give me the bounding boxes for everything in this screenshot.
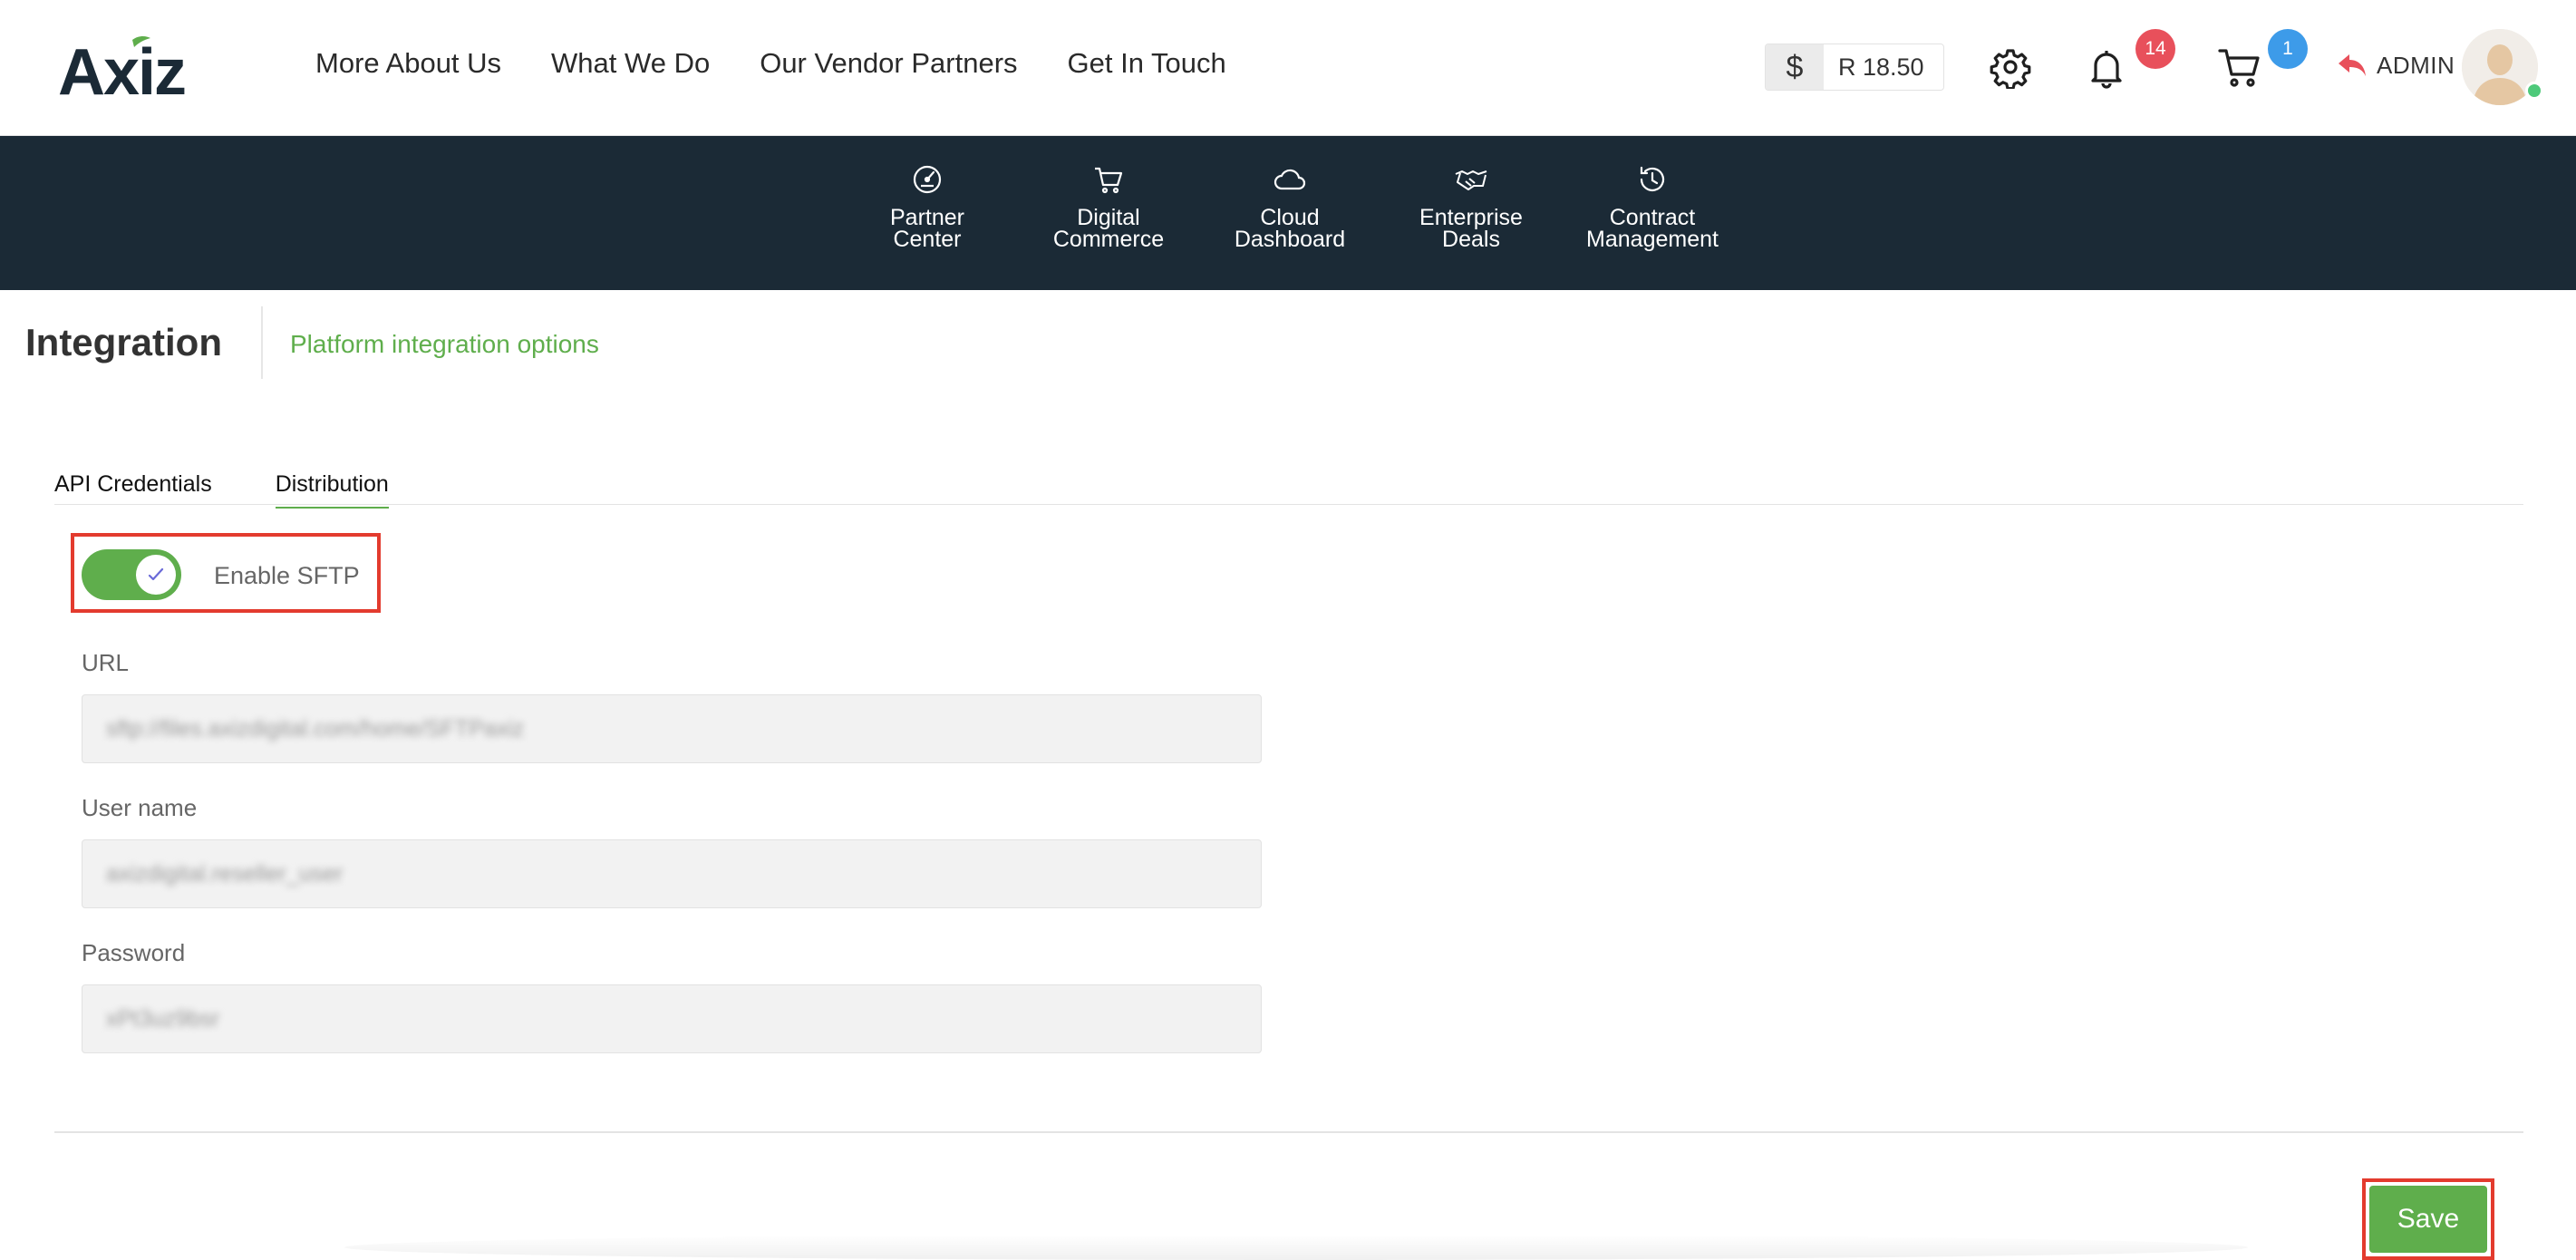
cart-icon <box>1095 167 1123 194</box>
page-subtitle: Platform integration options <box>290 330 599 358</box>
bell-icon[interactable] <box>2085 45 2128 89</box>
nav-get-in-touch[interactable]: Get In Touch <box>1068 47 1226 80</box>
dollar-icon: $ <box>1766 44 1824 90</box>
username-label: User name <box>82 794 198 821</box>
history-icon <box>1640 166 1665 191</box>
password-field-wrapper <box>82 984 1262 1053</box>
tab-distribution[interactable]: Distribution <box>275 471 389 509</box>
password-label: Password <box>82 939 186 966</box>
subnav-enterprise-deals[interactable]: Enterprise Deals <box>1394 161 1548 252</box>
subnav-label-line2: Commerce <box>1052 227 1165 252</box>
subnav-contract-management[interactable]: Contract Management <box>1575 161 1729 252</box>
subnav-digital-commerce[interactable]: Digital Commerce <box>1031 161 1186 252</box>
subnav-label-line1: Contract <box>1609 205 1696 230</box>
tab-api-credentials[interactable]: API Credentials <box>54 471 212 509</box>
subnav-label-line2: Center <box>893 227 962 252</box>
title-divider <box>261 306 263 379</box>
sftp-toggle-label: Enable SFTP <box>214 562 360 589</box>
subnav-label-line2: Management <box>1586 227 1719 252</box>
sftp-toggle-highlight: Enable SFTP <box>71 533 381 613</box>
cart-icon[interactable] <box>2217 45 2261 89</box>
tab-divider <box>54 504 2523 505</box>
password-input[interactable] <box>106 1005 1261 1032</box>
balance-display[interactable]: $ R 18.50 <box>1765 44 1944 91</box>
nav-vendor-partners[interactable]: Our Vendor Partners <box>760 47 1017 80</box>
axiz-logo[interactable]: Axiz <box>56 33 210 109</box>
speedometer-icon <box>913 165 942 194</box>
page-title: Integration <box>25 321 222 363</box>
sub-nav: Partner Center Digital Commerce Cloud Da… <box>0 136 2576 290</box>
username-input[interactable] <box>106 860 1261 887</box>
toggle-knob <box>136 555 176 595</box>
admin-label: ADMIN <box>2377 51 2455 79</box>
subnav-cloud-dashboard[interactable]: Cloud Dashboard <box>1213 161 1367 252</box>
subnav-label-line1: Cloud <box>1260 205 1320 230</box>
top-header: Axiz More About Us What We Do Our Vendor… <box>0 0 2576 136</box>
check-icon <box>148 567 164 581</box>
online-status-dot <box>2525 82 2543 100</box>
sftp-toggle[interactable] <box>82 549 181 600</box>
tab-bar: API Credentials Distribution <box>54 471 452 509</box>
save-button-highlight: Save <box>2362 1178 2494 1260</box>
subnav-label-line1: Digital <box>1077 205 1140 230</box>
gear-icon[interactable] <box>1989 45 2032 91</box>
subnav-label-line2: Dashboard <box>1234 227 1346 252</box>
cart-badge: 1 <box>2268 29 2308 69</box>
username-field-wrapper <box>82 839 1262 908</box>
subnav-partner-center[interactable]: Partner Center <box>850 161 1004 252</box>
form-divider <box>54 1131 2523 1133</box>
admin-menu[interactable]: ADMIN <box>2335 47 2455 83</box>
save-button[interactable]: Save <box>2369 1186 2487 1253</box>
nav-what-we-do[interactable]: What We Do <box>551 47 710 80</box>
logo-text: Axiz <box>58 36 185 105</box>
subnav-label-line2: Deals <box>1442 227 1500 252</box>
handshake-icon <box>1455 170 1487 190</box>
nav-more-about-us[interactable]: More About Us <box>315 47 501 80</box>
footer-shadow <box>344 1235 2248 1260</box>
url-label: URL <box>82 649 130 676</box>
balance-amount: R 18.50 <box>1838 53 1924 81</box>
url-field-wrapper <box>82 694 1262 763</box>
subnav-label-line1: Enterprise <box>1419 205 1523 230</box>
subnav-label-line1: Partner <box>890 205 964 230</box>
notification-badge: 14 <box>2135 29 2175 69</box>
reply-icon <box>2339 54 2366 76</box>
cloud-icon <box>1273 169 1306 190</box>
main-nav: More About Us What We Do Our Vendor Part… <box>315 47 1276 80</box>
url-input[interactable] <box>106 715 1261 742</box>
